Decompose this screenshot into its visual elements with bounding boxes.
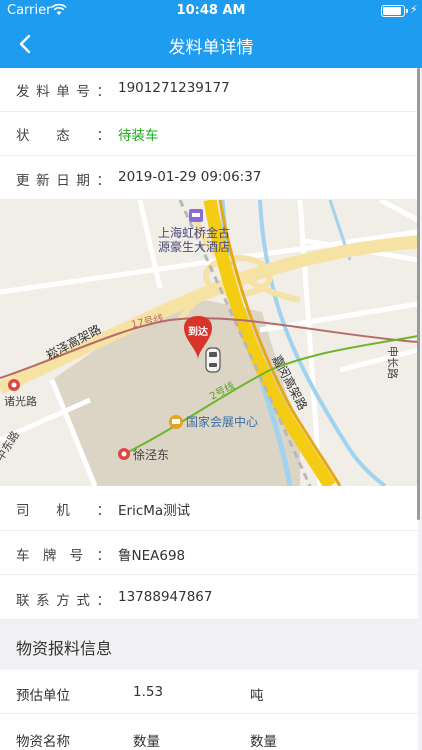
map-view[interactable]: 上海虹桥金古 源豪生大酒店 国家会展中心 徐泾东 崧泽高架路 17号线 2号线 … [0, 200, 418, 486]
update-date-label: 更新日期： [16, 173, 110, 189]
plate-value: 鲁NEA698 [118, 548, 186, 564]
contact-value[interactable]: 13788947867 [118, 589, 212, 605]
hotel-icon [189, 209, 203, 222]
marker-label: 到达 [188, 325, 208, 338]
table-row: 物资名称 数量 数量 [0, 714, 418, 750]
battery-icon [381, 5, 405, 17]
zhuguang-road-label: 诸光路 [4, 394, 37, 408]
zhongdong-road-label: 中东路 [0, 429, 22, 464]
order-number-label: 发料单号： [16, 84, 110, 100]
contact-label: 联系方式： [16, 593, 110, 609]
status-bar: Carrier 10:48 AM ⚡ [0, 0, 422, 22]
update-date-value: 2019-01-29 09:06:37 [118, 169, 262, 185]
table-cell: 1.53 [133, 684, 164, 700]
order-number-value: 1901271239177 [118, 80, 230, 96]
status-value: 待装车 [118, 128, 159, 144]
app-header: Carrier 10:48 AM ⚡ 发料单详情 [0, 0, 422, 68]
table-cell: 数量 [250, 734, 277, 750]
xujing-east-label: 徐泾东 [133, 447, 169, 462]
car-icon [205, 347, 221, 373]
scrollbar[interactable] [417, 68, 420, 520]
driver-value: EricMa测试 [118, 503, 191, 519]
materials-section-header: 物资报料信息 [0, 620, 418, 670]
page-title: 发料单详情 [168, 38, 254, 58]
materials-section-title: 物资报料信息 [16, 639, 113, 658]
table-cell: 预估单位 [16, 688, 70, 704]
clock: 10:48 AM [176, 3, 246, 18]
hotel-label-line2: 源豪生大酒店 [158, 239, 230, 254]
battery-fill [383, 7, 401, 15]
update-date-row: 更新日期： 2019-01-29 09:06:37 [0, 156, 418, 200]
driver-label: 司机： [16, 503, 110, 519]
table-cell: 吨 [250, 688, 264, 704]
battery-tip [406, 9, 408, 13]
table-cell: 物资名称 [16, 734, 70, 750]
charging-icon: ⚡ [410, 3, 418, 16]
driver-row: 司机： EricMa测试 [0, 486, 418, 531]
status-row: 状态： 待装车 [0, 112, 418, 156]
hotel-label-line1: 上海虹桥金古 [158, 225, 230, 240]
plate-row: 车牌号： 鲁NEA698 [0, 531, 418, 575]
shenchang-road-label: 申长路 [386, 346, 399, 379]
map-canvas[interactable]: 上海虹桥金古 源豪生大酒店 国家会展中心 徐泾东 崧泽高架路 17号线 2号线 … [0, 200, 418, 486]
xujing-east-station-icon [118, 448, 130, 460]
expo-icon [169, 415, 183, 429]
metro-station-icon [8, 379, 20, 391]
order-number-row: 发料单号： 1901271239177 [0, 68, 418, 112]
plate-label: 车牌号： [16, 548, 110, 564]
expo-label: 国家会展中心 [186, 414, 258, 429]
navigation-bar: 发料单详情 [0, 22, 422, 66]
status-label: 状态： [16, 128, 110, 144]
contact-row: 联系方式： 13788947867 [0, 575, 418, 620]
table-row: 预估单位 1.53 吨 [0, 670, 418, 714]
table-cell: 数量 [133, 734, 160, 750]
